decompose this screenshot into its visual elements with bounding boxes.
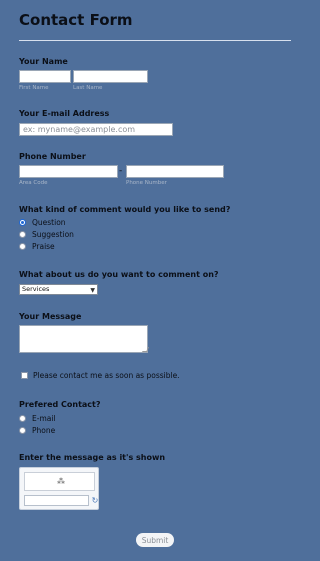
captcha-box: ⁂ ↻ [19, 467, 99, 510]
radio-suggestion-button[interactable] [19, 231, 26, 238]
name-label: Your Name [19, 57, 68, 66]
last-name-sublabel: Last Name [73, 85, 103, 91]
about-select-value: Services [22, 285, 50, 293]
captcha-label: Enter the message as it's shown [19, 453, 166, 462]
radio-email-button[interactable] [19, 415, 26, 422]
message-textarea[interactable] [19, 325, 148, 353]
radio-phone-label: Phone [32, 426, 56, 435]
area-code-sublabel: Area Code [19, 180, 48, 186]
first-name-input[interactable] [19, 70, 71, 83]
chevron-down-icon: ▼ [90, 287, 95, 294]
about-select[interactable]: Services ▼ [19, 284, 98, 295]
radio-phone[interactable]: Phone [19, 425, 55, 436]
radio-suggestion[interactable]: Suggestion [19, 229, 74, 240]
radio-praise-label: Praise [32, 242, 55, 251]
radio-suggestion-label: Suggestion [32, 230, 74, 239]
phone-dash: - [119, 166, 123, 176]
loading-spinner-icon: ⁂ [57, 477, 65, 486]
submit-button[interactable]: Submit [136, 533, 174, 547]
radio-phone-button[interactable] [19, 427, 26, 434]
captcha-image: ⁂ [24, 472, 95, 491]
email-label: Your E-mail Address [19, 109, 110, 118]
first-name-sublabel: First Name [19, 85, 49, 91]
radio-email-label: E-mail [32, 414, 56, 423]
last-name-input[interactable] [73, 70, 148, 83]
refresh-icon[interactable]: ↻ [90, 495, 100, 506]
about-label: What about us do you want to comment on? [19, 270, 219, 279]
captcha-input[interactable] [24, 495, 89, 506]
title-divider [19, 40, 291, 41]
contact-asap-checkbox[interactable] [21, 372, 28, 379]
preferred-contact-label: Prefered Contact? [19, 400, 101, 409]
radio-question[interactable]: Question [19, 217, 66, 228]
contact-asap-label: Please contact me as soon as possible. [33, 371, 180, 380]
radio-email[interactable]: E-mail [19, 413, 56, 424]
radio-question-label: Question [32, 218, 66, 227]
phone-number-sublabel: Phone Number [126, 180, 167, 186]
email-field[interactable] [19, 123, 173, 136]
phone-number-input[interactable] [126, 165, 224, 178]
message-label: Your Message [19, 312, 82, 321]
radio-praise[interactable]: Praise [19, 241, 55, 252]
radio-praise-button[interactable] [19, 243, 26, 250]
phone-label: Phone Number [19, 152, 86, 161]
form-title: Contact Form [19, 11, 133, 29]
radio-question-button[interactable] [19, 219, 26, 226]
comment-kind-label: What kind of comment would you like to s… [19, 205, 231, 214]
area-code-input[interactable] [19, 165, 118, 178]
